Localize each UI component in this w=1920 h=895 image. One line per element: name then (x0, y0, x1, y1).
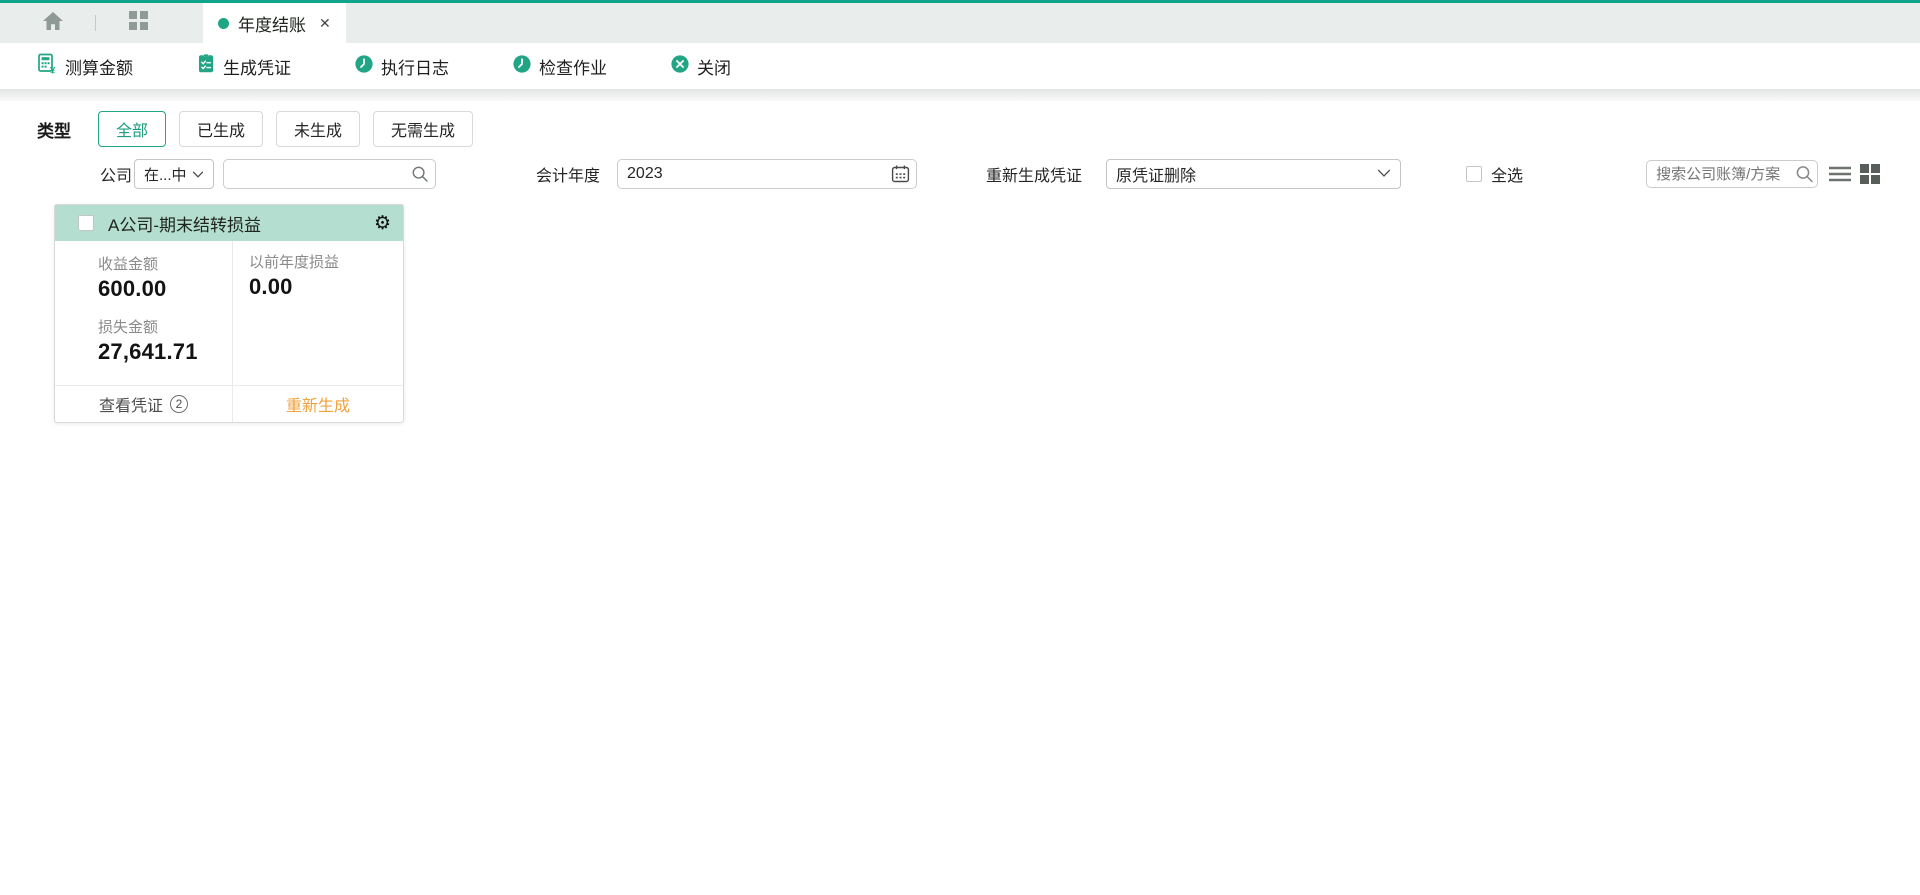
chevron-down-icon (192, 166, 204, 183)
generate-voucher-label: 生成凭证 (223, 58, 291, 78)
company-keyword-input[interactable] (223, 159, 437, 189)
calculator-icon: ¥ (37, 53, 58, 79)
toolbar: ¥ 测算金额 生成凭证 执行日志 检查作业 关闭 (0, 43, 1920, 89)
search-icon (411, 165, 429, 183)
app-menu-button[interactable] (113, 3, 163, 43)
close-button[interactable]: 关闭 (670, 54, 731, 79)
tab-label: 年度结账 (238, 15, 306, 35)
check-job-button[interactable]: 检查作业 (512, 54, 607, 79)
card-column-right: 以前年度损益 0.00 (233, 241, 403, 385)
tabbar-separator (95, 15, 96, 31)
regenerate-label: 重新生成 (285, 398, 350, 415)
execution-log-label: 执行日志 (381, 58, 449, 78)
tab-status-dot (218, 17, 229, 29)
type-label: 类型 (37, 121, 71, 141)
toolbar-shadow-divider (0, 89, 1920, 101)
voucher-icon (196, 53, 216, 79)
view-voucher-button[interactable]: 查看凭证 2 (55, 386, 233, 422)
metric-label: 以前年度损益 (249, 254, 340, 271)
fiscal-year-wrap (617, 159, 918, 189)
tab-bar: 年度结账 ✕ (0, 3, 1920, 43)
app-grid-icon (128, 11, 148, 35)
type-option-generated[interactable]: 已生成 (179, 111, 264, 147)
gear-icon[interactable]: ⚙ (374, 214, 391, 233)
tab-annual-closing[interactable]: 年度结账 ✕ (203, 3, 346, 43)
card-checkbox[interactable] (78, 215, 94, 231)
tab-close-icon[interactable]: ✕ (319, 15, 331, 32)
company-operator-value: 在...中 (144, 166, 187, 184)
close-label: 关闭 (697, 58, 731, 78)
type-option-no-need[interactable]: 无需生成 (373, 111, 474, 147)
calc-amount-label: 测算金额 (65, 58, 133, 78)
voucher-count-badge: 2 (170, 395, 188, 413)
svg-text:¥: ¥ (50, 66, 56, 75)
type-option-not-generated[interactable]: 未生成 (276, 111, 361, 147)
regen-voucher-select[interactable]: 原凭证删除 (1106, 159, 1402, 189)
card-title: A公司-期末结转损益 (108, 215, 261, 235)
metric-label: 损失金额 (98, 319, 159, 336)
select-all-checkbox[interactable] (1466, 166, 1483, 182)
list-view-icon[interactable] (1829, 166, 1852, 182)
home-button[interactable] (28, 3, 78, 43)
grid-view-icon[interactable] (1860, 164, 1881, 184)
regen-voucher-value: 原凭证删除 (1116, 168, 1197, 185)
annual-closing-screen: 年度结账 ✕ ¥ 测算金额 生成凭证 执行日志 检查作业 关闭 类型 全部 已生… (0, 0, 1920, 895)
type-filter-row: 类型 全部 已生成 未生成 无需生成 (0, 111, 1920, 147)
metric-value: 27,641.71 (98, 339, 198, 364)
metric-label: 收益金额 (98, 256, 159, 273)
clock-icon (512, 54, 532, 79)
calendar-icon[interactable] (891, 165, 910, 184)
card-header: A公司-期末结转损益 ⚙ (55, 205, 403, 241)
global-search-input[interactable] (1646, 160, 1819, 188)
global-search-wrap (1646, 160, 1819, 188)
home-icon (43, 11, 63, 35)
metric-value: 600.00 (98, 276, 167, 301)
clock-icon (354, 54, 374, 79)
select-all-label: 全选 (1491, 168, 1524, 185)
view-voucher-label: 查看凭证 (98, 398, 163, 415)
calc-amount-button[interactable]: ¥ 测算金额 (37, 53, 133, 79)
check-job-label: 检查作业 (539, 58, 607, 78)
filter-row: 公司 在...中 会计年度 2023 重新生成凭证 原凭证删除 全选 搜索公司账… (0, 158, 1920, 190)
chevron-down-icon (1377, 165, 1391, 183)
search-icon (1795, 165, 1814, 184)
generate-voucher-button[interactable]: 生成凭证 (196, 53, 291, 79)
fiscal-year-input[interactable] (617, 159, 918, 189)
company-label: 公司 (100, 168, 133, 185)
closing-card: A公司-期末结转损益 ⚙ 收益金额 600.00 损失金额 27,641.71 … (54, 204, 404, 423)
card-body: 收益金额 600.00 损失金额 27,641.71 以前年度损益 0.00 (55, 241, 403, 385)
regenerate-button[interactable]: 重新生成 (233, 386, 403, 422)
type-option-all[interactable]: 全部 (98, 111, 167, 147)
card-column-left: 收益金额 600.00 损失金额 27,641.71 (55, 241, 233, 385)
company-keyword-wrap (223, 159, 437, 189)
close-circle-icon (670, 54, 690, 79)
company-operator-select[interactable]: 在...中 (134, 159, 215, 189)
metric-value: 0.00 (249, 274, 293, 299)
regen-voucher-label: 重新生成凭证 (986, 168, 1083, 185)
card-footer: 查看凭证 2 重新生成 (55, 385, 403, 422)
fiscal-year-label: 会计年度 (536, 168, 601, 185)
execution-log-button[interactable]: 执行日志 (354, 54, 449, 79)
